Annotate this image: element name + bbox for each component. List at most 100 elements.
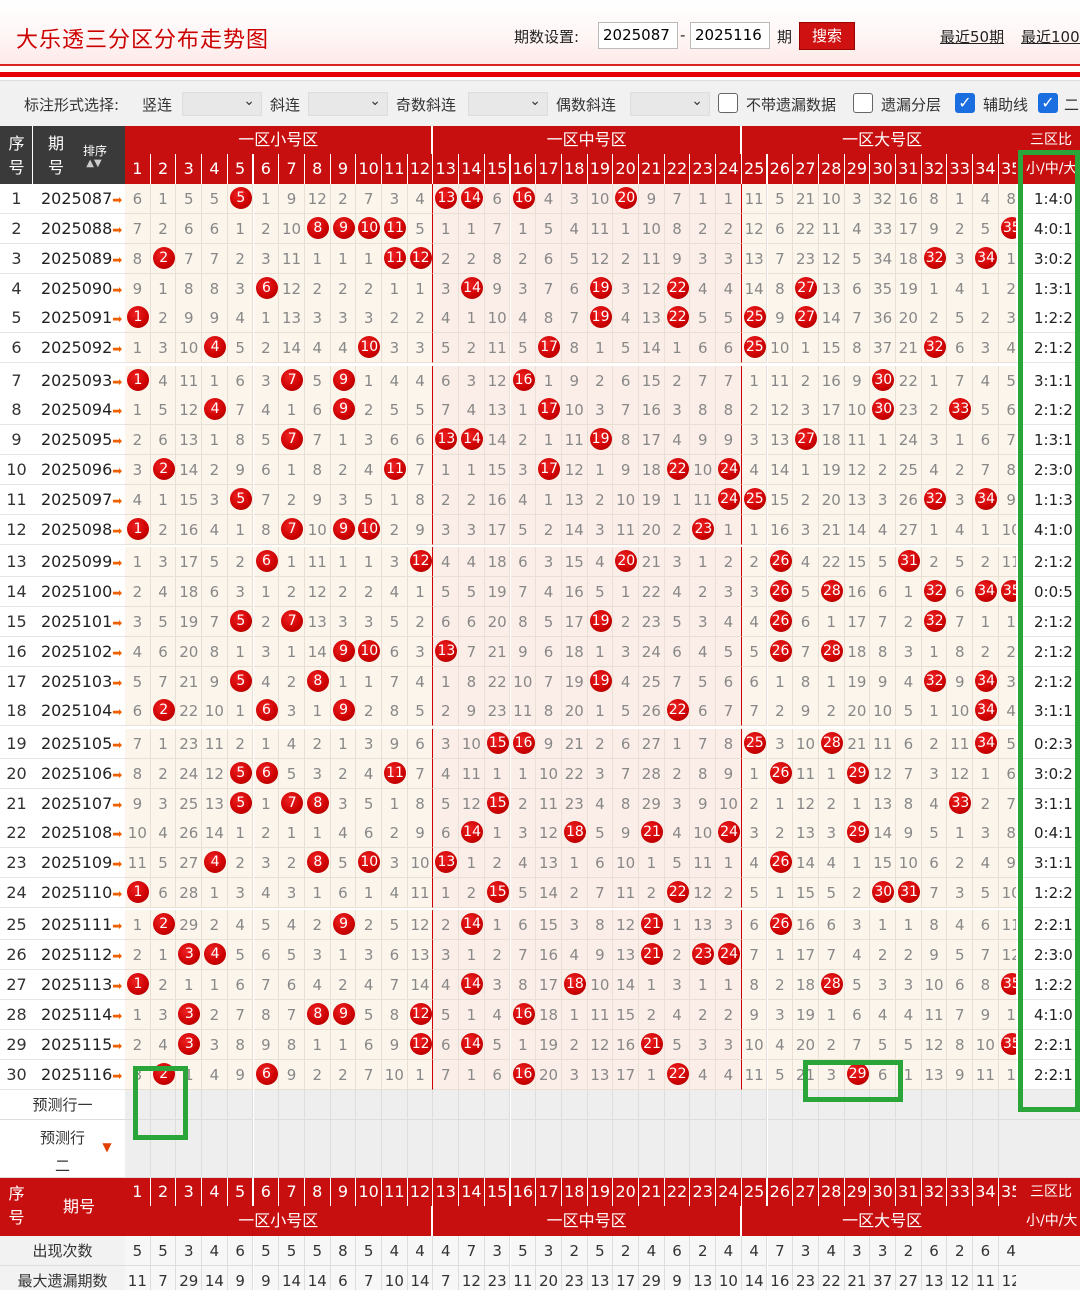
drawn-ball: 7 (281, 610, 304, 632)
predict-cell[interactable] (382, 1090, 408, 1120)
predict-cell[interactable] (253, 1120, 280, 1178)
period-to-input[interactable]: 2025116 (690, 22, 770, 49)
predict-cell[interactable] (382, 1120, 408, 1178)
predict-cell[interactable] (407, 1120, 434, 1178)
drawn-ball: 26 (769, 550, 792, 572)
predict-cell[interactable] (433, 1120, 460, 1178)
predict-cell[interactable] (227, 1090, 254, 1120)
predict-cell[interactable] (664, 1090, 691, 1120)
predict-cell[interactable] (716, 1090, 742, 1120)
predict-cell[interactable] (690, 1090, 717, 1120)
predict-cell[interactable] (947, 1120, 974, 1178)
predict-cell[interactable] (484, 1090, 511, 1120)
predict-cell[interactable] (304, 1090, 331, 1120)
omit-cell: 23 (484, 696, 511, 726)
predict-cell[interactable] (356, 1120, 382, 1178)
predict-cell[interactable] (870, 1120, 896, 1178)
number-cell-hit: 26 (767, 848, 794, 878)
predict-cell[interactable] (767, 1120, 794, 1178)
omit-cell: 2 (407, 607, 434, 637)
period-from-input[interactable]: 2025087 (598, 22, 678, 49)
omit-cell: 2 (202, 455, 228, 485)
omit-cell: 1 (202, 970, 228, 1000)
predict-cell[interactable] (973, 1120, 999, 1178)
extra-checkbox[interactable]: ✓ (1038, 93, 1058, 113)
predict-cell[interactable] (433, 1090, 460, 1120)
odd-diagonal-select[interactable]: ⌄ (468, 92, 548, 116)
vertical-select[interactable]: ⌄ (182, 92, 262, 116)
predict-cell[interactable] (921, 1090, 948, 1120)
predict-cell[interactable] (639, 1090, 665, 1120)
predict-cell[interactable] (227, 1120, 254, 1178)
omit-cell: 3 (253, 848, 280, 878)
predict-cell[interactable] (407, 1090, 434, 1120)
number-header: 32 (921, 154, 948, 184)
stat-cell: 5 (253, 1236, 280, 1266)
predict-cell[interactable] (561, 1120, 588, 1178)
drawn-ball: 16 (512, 369, 535, 391)
predict-cell[interactable] (330, 1090, 357, 1120)
last-100-link[interactable]: 最近100期 (1021, 26, 1080, 47)
omit-cell: 3 (793, 515, 819, 545)
predict-cell[interactable] (356, 1090, 382, 1120)
omit-cell: 9 (947, 667, 974, 697)
arrow-right-icon: ➡ (112, 646, 123, 660)
predict-cell[interactable] (536, 1120, 562, 1178)
predict-cell[interactable] (716, 1120, 742, 1178)
number-header: 8 (304, 1178, 331, 1206)
predict-cell[interactable] (587, 1120, 614, 1178)
predict-cell[interactable] (947, 1090, 974, 1120)
predict-cell[interactable] (510, 1090, 537, 1120)
predict-cell[interactable] (613, 1090, 639, 1120)
predict-cell[interactable] (484, 1120, 511, 1178)
omit-cell: 10 (125, 818, 151, 848)
last-50-link[interactable]: 最近50期 (940, 26, 1004, 47)
aux-line-checkbox[interactable]: ✓ (955, 93, 975, 113)
predict-cell[interactable] (510, 1120, 537, 1178)
omit-cell: 4 (613, 303, 639, 333)
predict-cell[interactable] (587, 1090, 614, 1120)
predict-cell[interactable] (844, 1120, 871, 1178)
predict-cell[interactable] (921, 1120, 948, 1178)
period-value: 2025099 (41, 552, 113, 571)
period-setting-label: 期数设置: (514, 28, 580, 46)
search-button[interactable]: 搜索 (799, 22, 855, 50)
omit-cell: 11 (279, 244, 305, 274)
omit-cell: 4 (382, 577, 408, 607)
predict-cell[interactable] (818, 1120, 845, 1178)
no-omit-checkbox[interactable] (718, 93, 738, 113)
predict-cell[interactable] (304, 1120, 331, 1178)
predict-cell[interactable] (896, 1120, 922, 1178)
even-diagonal-select[interactable]: ⌄ (630, 92, 710, 116)
predict-cell[interactable] (741, 1120, 768, 1178)
predict-cell[interactable] (253, 1090, 280, 1120)
predict-cell[interactable] (279, 1120, 305, 1178)
predict-cell[interactable] (613, 1120, 639, 1178)
number-cell-hit: 30 (870, 878, 896, 908)
omit-cell: 2 (202, 910, 228, 940)
omit-cell: 4 (664, 577, 691, 607)
predict-cell[interactable] (767, 1090, 794, 1120)
predict-cell[interactable] (536, 1090, 562, 1120)
predict-cell[interactable] (202, 1090, 228, 1120)
predict-cell[interactable] (793, 1120, 819, 1178)
predict-cell[interactable] (202, 1120, 228, 1178)
predict-cell[interactable] (459, 1120, 485, 1178)
number-cell-hit: 34 (973, 485, 999, 515)
predict-cell[interactable] (973, 1090, 999, 1120)
predict-cell[interactable] (561, 1090, 588, 1120)
predict-cell[interactable] (690, 1120, 717, 1178)
drawn-ball: 5 (229, 670, 252, 692)
drawn-ball: 21 (641, 821, 663, 843)
predict-cell[interactable] (741, 1090, 768, 1120)
predict-cell[interactable] (279, 1090, 305, 1120)
omit-cell: 11 (202, 729, 228, 759)
predict-cell[interactable] (639, 1120, 665, 1178)
predict-cell[interactable] (330, 1120, 357, 1178)
diagonal-select[interactable]: ⌄ (308, 92, 388, 116)
predict-cell[interactable] (664, 1120, 691, 1178)
omit-cell: 5 (484, 1030, 511, 1060)
omit-layer-checkbox[interactable] (853, 93, 873, 113)
predict-cell[interactable] (459, 1090, 485, 1120)
omit-cell: 1 (227, 214, 254, 244)
